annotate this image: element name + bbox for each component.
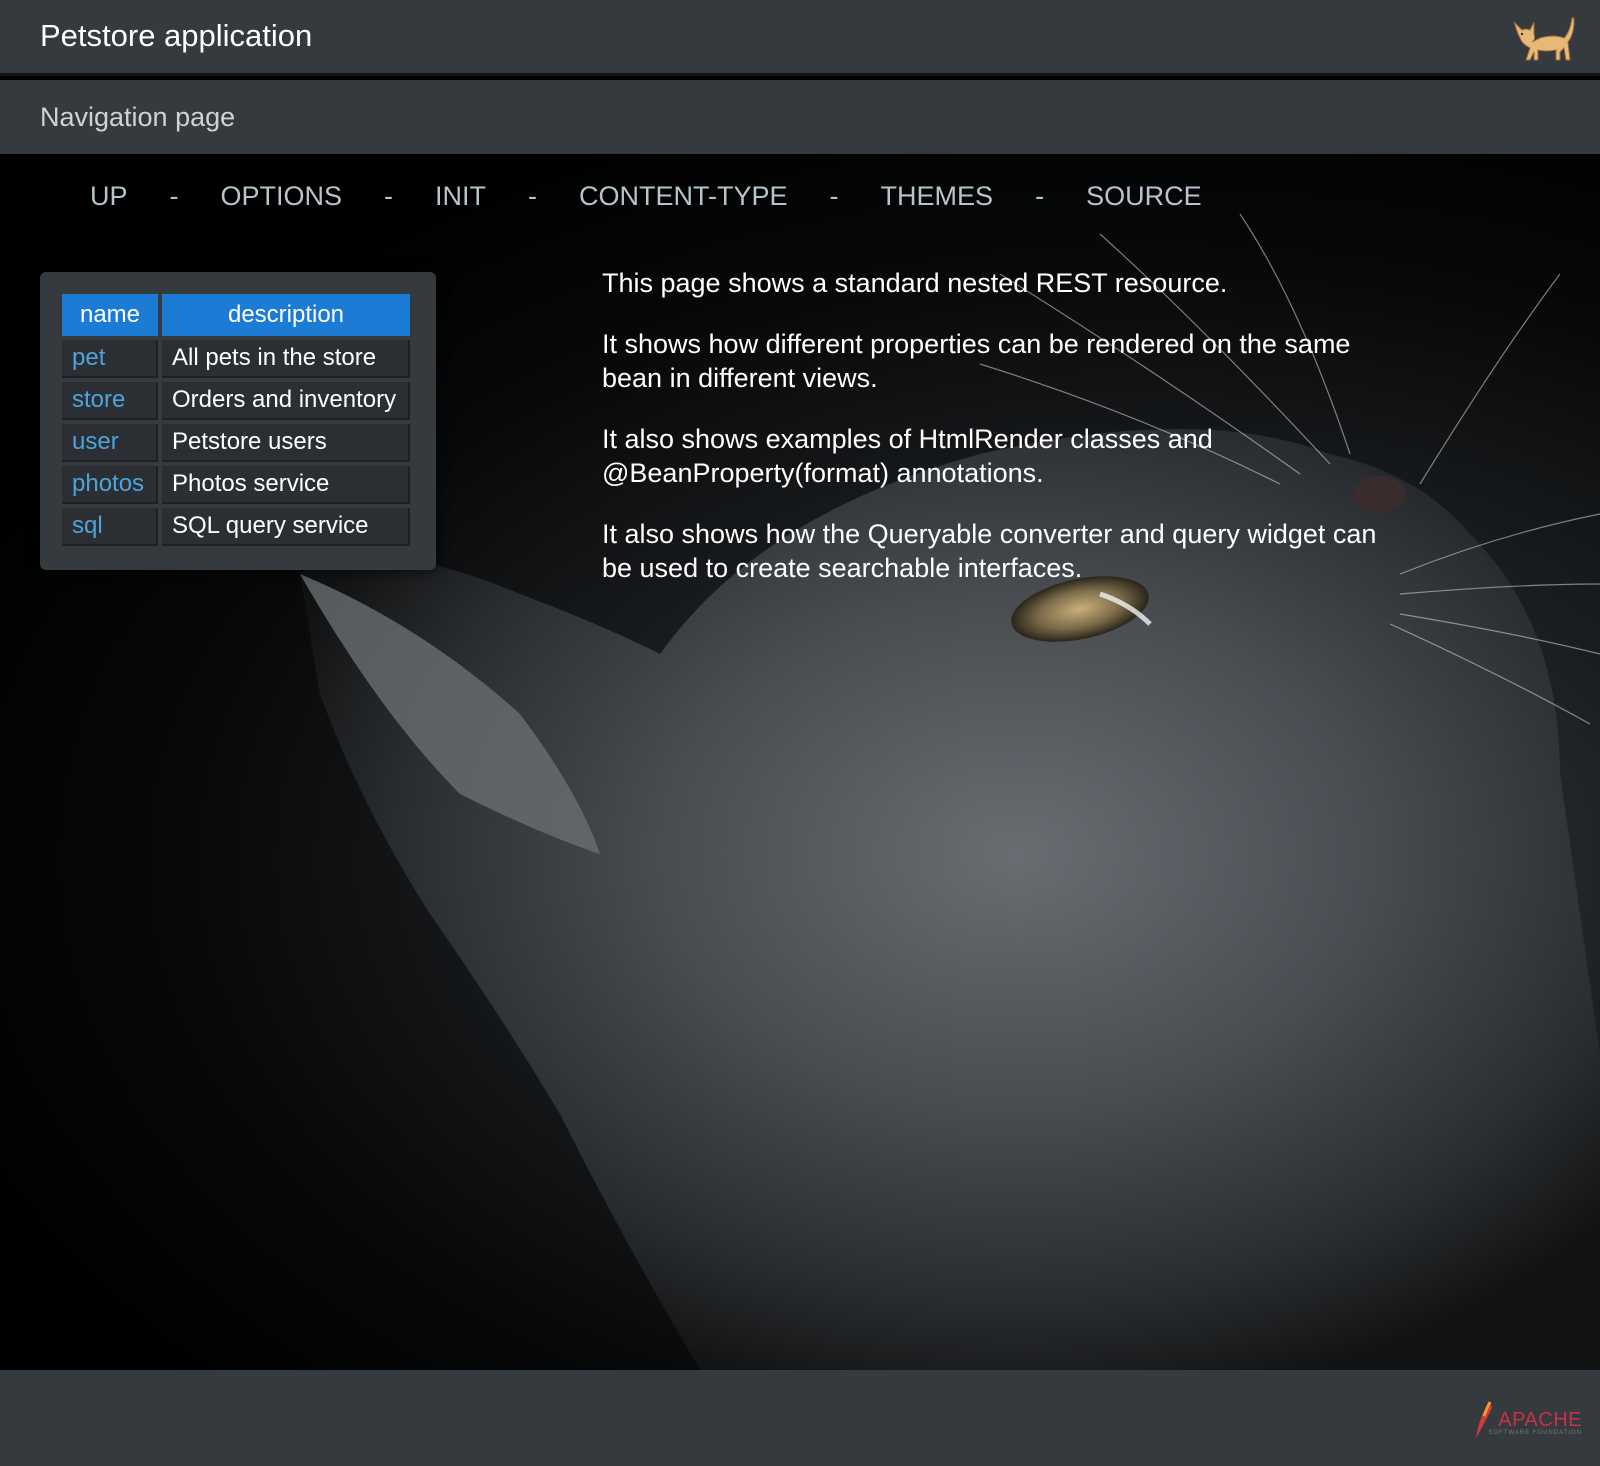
nav-separator: - bbox=[528, 180, 538, 211]
resource-link-pet[interactable]: pet bbox=[62, 340, 158, 378]
main-content: UP - OPTIONS - INIT - CONTENT-TYPE - THE… bbox=[0, 154, 1600, 1370]
page-description: This page shows a standard nested REST r… bbox=[602, 266, 1402, 612]
apache-logo-subtext: SOFTWARE FOUNDATION bbox=[1488, 1430, 1582, 1436]
resource-link-sql[interactable]: sql bbox=[62, 508, 158, 546]
nav-links: UP - OPTIONS - INIT - CONTENT-TYPE - THE… bbox=[90, 176, 1202, 216]
resource-description: Photos service bbox=[162, 466, 410, 504]
nav-separator: - bbox=[169, 180, 179, 211]
table-header-row: name description bbox=[62, 294, 410, 336]
column-header-description: description bbox=[162, 294, 410, 336]
nav-link-content-type[interactable]: CONTENT-TYPE bbox=[579, 181, 788, 212]
app-title: Petstore application bbox=[40, 18, 313, 53]
description-paragraph: This page shows a standard nested REST r… bbox=[602, 268, 1228, 298]
nav-link-up[interactable]: UP bbox=[90, 181, 128, 212]
description-paragraph: It also shows examples of HtmlRender cla… bbox=[602, 424, 1213, 488]
resources-table: name description pet All pets in the sto… bbox=[58, 290, 414, 550]
table-row: sql SQL query service bbox=[62, 508, 410, 546]
app-footer: APACHE SOFTWARE FOUNDATION bbox=[0, 1370, 1600, 1466]
nav-separator: - bbox=[829, 180, 839, 211]
resource-description: All pets in the store bbox=[162, 340, 410, 378]
description-paragraph: It shows how different properties can be… bbox=[602, 329, 1351, 393]
column-header-name: name bbox=[62, 294, 158, 336]
apache-logo-text: APACHE bbox=[1498, 1408, 1582, 1431]
page-title: Navigation page bbox=[40, 102, 236, 132]
nav-separator: - bbox=[384, 180, 394, 211]
table-row: user Petstore users bbox=[62, 424, 410, 462]
nav-link-options[interactable]: OPTIONS bbox=[221, 181, 343, 212]
resource-link-store[interactable]: store bbox=[62, 382, 158, 420]
nav-link-init[interactable]: INIT bbox=[435, 181, 486, 212]
resource-description: SQL query service bbox=[162, 508, 410, 546]
nav-link-source[interactable]: SOURCE bbox=[1086, 181, 1202, 212]
resource-description: Petstore users bbox=[162, 424, 410, 462]
apache-logo[interactable]: APACHE SOFTWARE FOUNDATION bbox=[1472, 1398, 1582, 1442]
resource-link-photos[interactable]: photos bbox=[62, 466, 158, 504]
table-row: photos Photos service bbox=[62, 466, 410, 504]
resource-link-user[interactable]: user bbox=[62, 424, 158, 462]
nav-link-themes[interactable]: THEMES bbox=[881, 181, 994, 212]
resource-description: Orders and inventory bbox=[162, 382, 410, 420]
resources-panel: name description pet All pets in the sto… bbox=[40, 272, 436, 570]
nav-separator: - bbox=[1035, 180, 1045, 211]
table-row: store Orders and inventory bbox=[62, 382, 410, 420]
table-row: pet All pets in the store bbox=[62, 340, 410, 378]
page-subheader: Navigation page bbox=[0, 80, 1600, 154]
cat-icon bbox=[1513, 17, 1575, 61]
description-paragraph: It also shows how the Queryable converte… bbox=[602, 519, 1377, 583]
app-header: Petstore application bbox=[0, 0, 1600, 76]
